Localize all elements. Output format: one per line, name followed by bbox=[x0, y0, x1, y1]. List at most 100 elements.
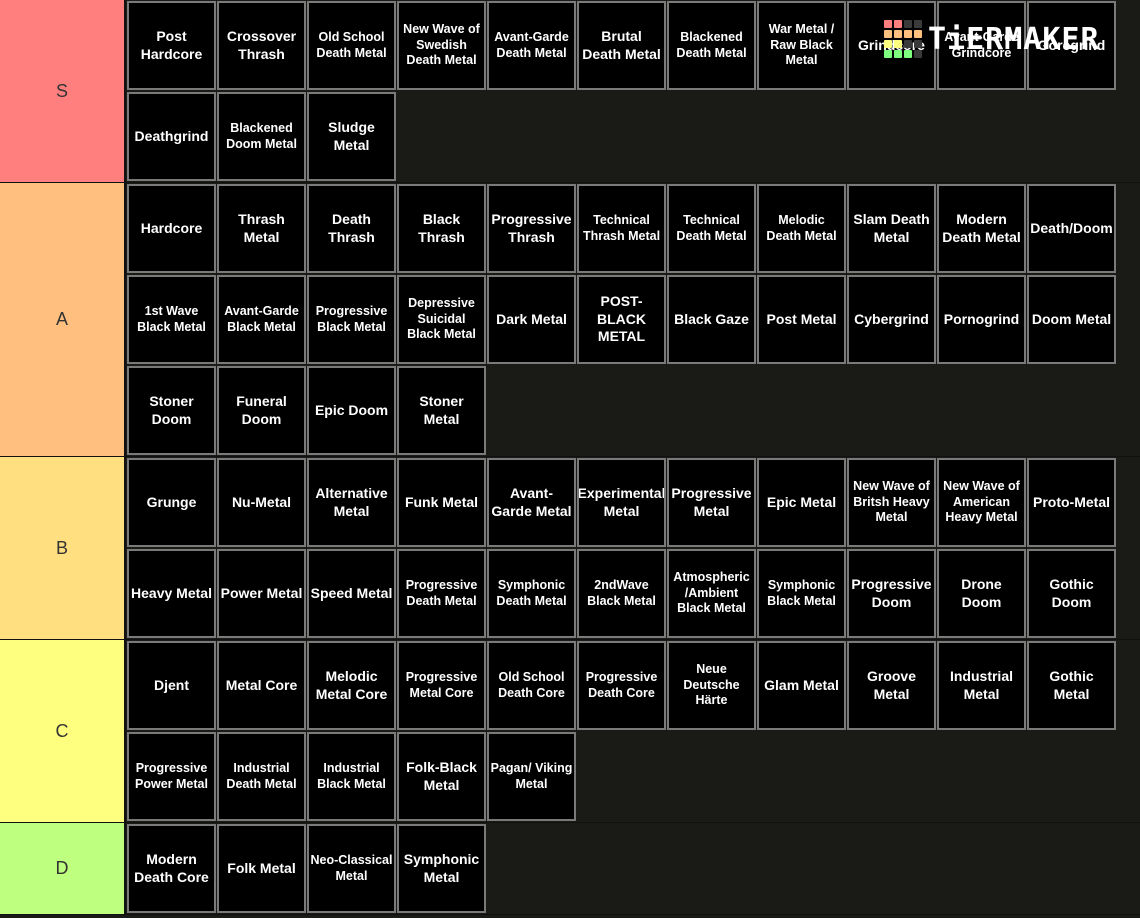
tier-item[interactable]: Melodic Metal Core bbox=[307, 641, 396, 730]
tier-item[interactable]: Alternative Metal bbox=[307, 458, 396, 547]
tier-item[interactable]: Black Thrash bbox=[397, 184, 486, 273]
tier-label-s[interactable]: S bbox=[0, 0, 126, 182]
tier-item[interactable]: Sludge Metal bbox=[307, 92, 396, 181]
tier-item-label: Melodic Death Metal bbox=[766, 212, 837, 243]
tier-item[interactable]: Progressive Black Metal bbox=[307, 275, 396, 364]
tier-item[interactable]: Folk Metal bbox=[217, 824, 306, 913]
tier-item[interactable]: Experimental Metal bbox=[577, 458, 666, 547]
tier-item[interactable]: Pornogrind bbox=[937, 275, 1026, 364]
tier-item[interactable]: Funeral Doom bbox=[217, 366, 306, 455]
tier-item-label: Modern Death Core bbox=[134, 851, 209, 885]
tier-item[interactable]: Old School Death Metal bbox=[307, 1, 396, 90]
tier-item[interactable]: Industrial Black Metal bbox=[307, 732, 396, 821]
tier-item[interactable]: Symphonic Death Metal bbox=[487, 549, 576, 638]
tier-item[interactable]: Djent bbox=[127, 641, 216, 730]
tier-item[interactable]: Neue Deutsche Härte bbox=[667, 641, 756, 730]
tier-item[interactable]: Grunge bbox=[127, 458, 216, 547]
tier-item-label: Black Gaze bbox=[674, 310, 749, 327]
tier-item-label: Drone Doom bbox=[961, 576, 1002, 610]
tier-item[interactable]: Deathgrind bbox=[127, 92, 216, 181]
tier-item[interactable]: 2ndWave Black Metal bbox=[577, 549, 666, 638]
tier-item[interactable]: Modern Death Metal bbox=[937, 184, 1026, 273]
tier-item[interactable]: Dark Metal bbox=[487, 275, 576, 364]
tier-item[interactable]: Avant-Garde Metal bbox=[487, 458, 576, 547]
tier-item[interactable]: Progressive Metal bbox=[667, 458, 756, 547]
tier-item[interactable]: Blackened Death Metal bbox=[667, 1, 756, 90]
tier-label-d[interactable]: D bbox=[0, 823, 126, 914]
tier-item[interactable]: Hardcore bbox=[127, 184, 216, 273]
tier-item[interactable]: Pagan/ Viking Metal bbox=[487, 732, 576, 821]
tier-item[interactable]: Atmospheric /Ambient Black Metal bbox=[667, 549, 756, 638]
tier-item[interactable]: Funk Metal bbox=[397, 458, 486, 547]
tier-item[interactable]: Avant-Garde Death Metal bbox=[487, 1, 576, 90]
tier-item[interactable]: Progressive Death Metal bbox=[397, 549, 486, 638]
tier-item[interactable]: Power Metal bbox=[217, 549, 306, 638]
tier-item[interactable]: Doom Metal bbox=[1027, 275, 1116, 364]
tier-item[interactable]: Avant-Garde Black Metal bbox=[217, 275, 306, 364]
tier-item[interactable]: New Wave of Britsh Heavy Metal bbox=[847, 458, 936, 547]
tier-item[interactable]: War Metal / Raw Black Metal bbox=[757, 1, 846, 90]
tier-item[interactable]: Stoner Doom bbox=[127, 366, 216, 455]
tier-item[interactable]: Death Thrash bbox=[307, 184, 396, 273]
tier-item[interactable]: Gothic Doom bbox=[1027, 549, 1116, 638]
tier-item[interactable]: Thrash Metal bbox=[217, 184, 306, 273]
tier-item[interactable]: Glam Metal bbox=[757, 641, 846, 730]
tier-item[interactable]: Black Gaze bbox=[667, 275, 756, 364]
logo-grid-cell bbox=[914, 20, 922, 28]
logo-grid-cell bbox=[914, 30, 922, 38]
tier-item[interactable]: Depressive Suicidal Black Metal bbox=[397, 275, 486, 364]
tier-item[interactable]: Stoner Metal bbox=[397, 366, 486, 455]
tier-item[interactable]: Epic Doom bbox=[307, 366, 396, 455]
tier-item[interactable]: Post Metal bbox=[757, 275, 846, 364]
tier-item[interactable]: Technical Thrash Metal bbox=[577, 184, 666, 273]
tier-item[interactable]: Old School Death Core bbox=[487, 641, 576, 730]
tier-item[interactable]: Progressive Power Metal bbox=[127, 732, 216, 821]
logo-grid-cell bbox=[894, 40, 902, 48]
tier-item-label: Power Metal bbox=[220, 584, 303, 601]
tier-label-b[interactable]: B bbox=[0, 457, 126, 639]
tier-item[interactable]: Gothic Metal bbox=[1027, 641, 1116, 730]
tier-item[interactable]: 1st Wave Black Metal bbox=[127, 275, 216, 364]
tier-item[interactable]: Industrial Metal bbox=[937, 641, 1026, 730]
tier-item[interactable]: Progressive Metal Core bbox=[397, 641, 486, 730]
tier-item[interactable]: Speed Metal bbox=[307, 549, 396, 638]
tier-item[interactable]: Blackened Doom Metal bbox=[217, 92, 306, 181]
tier-item[interactable]: POST-BLACK METAL bbox=[577, 275, 666, 364]
tier-item[interactable]: New Wave of American Heavy Metal bbox=[937, 458, 1026, 547]
tier-item-label: Death Thrash bbox=[328, 211, 375, 245]
tier-label-c[interactable]: C bbox=[0, 640, 126, 822]
tier-item[interactable]: Epic Metal bbox=[757, 458, 846, 547]
tier-item-label: Crossover Thrash bbox=[226, 28, 297, 62]
tier-item[interactable]: Drone Doom bbox=[937, 549, 1026, 638]
tier-item-label: Experimental Metal bbox=[577, 485, 666, 519]
tier-item[interactable]: Symphonic Black Metal bbox=[757, 549, 846, 638]
tier-item[interactable]: New Wave of Swedish Death Metal bbox=[397, 1, 486, 90]
tier-item[interactable]: Progressive Death Core bbox=[577, 641, 666, 730]
tier-item[interactable]: Proto-Metal bbox=[1027, 458, 1116, 547]
tier-item-label: Dark Metal bbox=[496, 310, 567, 327]
tier-item[interactable]: Cybergrind bbox=[847, 275, 936, 364]
tier-item[interactable]: Modern Death Core bbox=[127, 824, 216, 913]
tier-row-c: C Djent Metal Core Melodic Metal Core Progre… bbox=[0, 640, 1140, 823]
tier-item[interactable]: Heavy Metal bbox=[127, 549, 216, 638]
tier-item[interactable]: Progressive Doom bbox=[847, 549, 936, 638]
tier-item[interactable]: Post Hardcore bbox=[127, 1, 216, 90]
tier-item-label: Symphonic Death Metal bbox=[496, 577, 567, 608]
tier-item-label: Atmospheric /Ambient Black Metal bbox=[673, 570, 750, 616]
tier-item[interactable]: Death/Doom bbox=[1027, 184, 1116, 273]
tier-item[interactable]: Technical Death Metal bbox=[667, 184, 756, 273]
tier-item[interactable]: Crossover Thrash bbox=[217, 1, 306, 90]
tier-item[interactable]: Nu-Metal bbox=[217, 458, 306, 547]
tier-item[interactable]: Progressive Thrash bbox=[487, 184, 576, 273]
tier-item[interactable]: Metal Core bbox=[217, 641, 306, 730]
tier-item[interactable]: Folk-Black Metal bbox=[397, 732, 486, 821]
tier-item[interactable]: Melodic Death Metal bbox=[757, 184, 846, 273]
tier-item-label: Folk Metal bbox=[227, 859, 296, 876]
tier-item[interactable]: Groove Metal bbox=[847, 641, 936, 730]
tier-item[interactable]: Slam Death Metal bbox=[847, 184, 936, 273]
tier-item[interactable]: Industrial Death Metal bbox=[217, 732, 306, 821]
tier-item[interactable]: Neo-Classical Metal bbox=[307, 824, 396, 913]
tier-item[interactable]: Symphonic Metal bbox=[397, 824, 486, 913]
tier-label-a[interactable]: A bbox=[0, 183, 126, 456]
tier-item[interactable]: Brutal Death Metal bbox=[577, 1, 666, 90]
